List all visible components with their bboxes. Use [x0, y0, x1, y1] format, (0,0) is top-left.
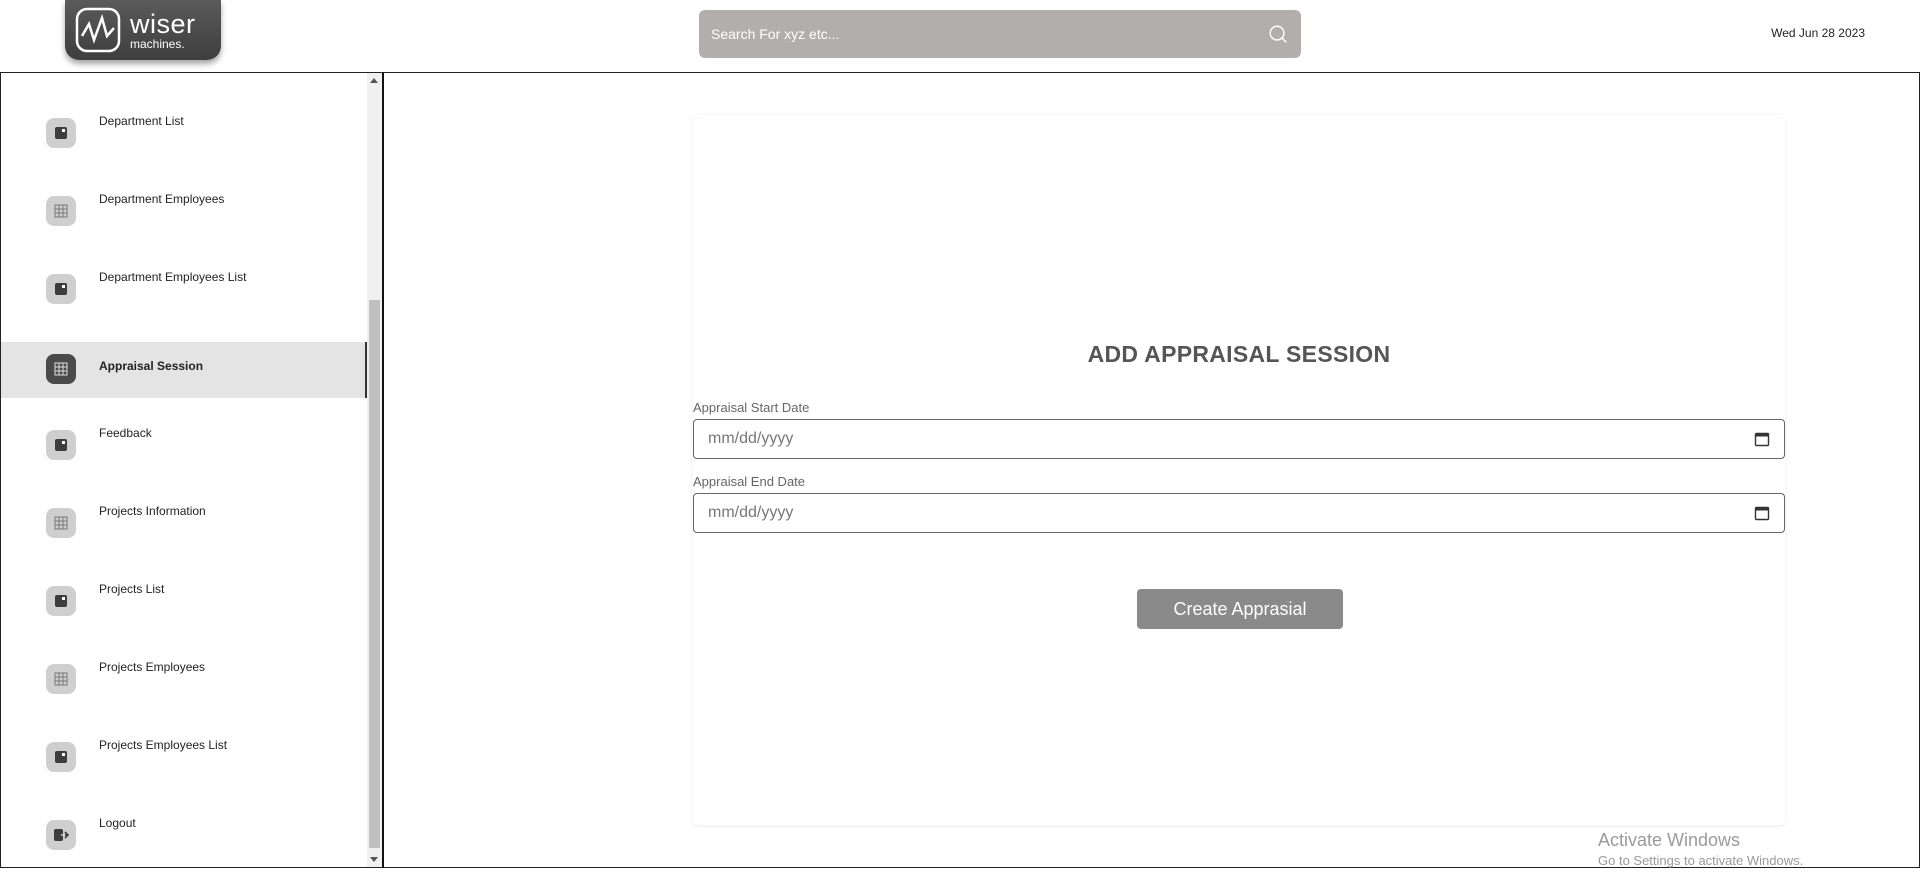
sidebar-scrollbar[interactable] [367, 73, 382, 867]
appraisal-form-card: ADD APPRAISAL SESSION Appraisal Start Da… [693, 115, 1785, 825]
create-appraisal-button[interactable]: Create Apprasial [1137, 589, 1343, 629]
sidebar-item-label: Feedback [99, 426, 152, 440]
form-title: ADD APPRAISAL SESSION [1087, 341, 1391, 367]
logout-icon [46, 820, 76, 850]
activate-windows-watermark: Activate Windows Go to Settings to activ… [1598, 830, 1803, 868]
end-date-label: Appraisal End Date [693, 474, 806, 489]
sidebar-item-label: Department List [99, 114, 184, 128]
top-header: wiser machines. Wed Jun 28 2023 [0, 0, 1920, 72]
square-icon [46, 274, 76, 304]
logo-mark-icon [75, 7, 121, 53]
sidebar-item-label: Projects Employees [99, 660, 206, 674]
scroll-thumb[interactable] [369, 300, 380, 848]
sidebar-item-label: Projects List [99, 582, 165, 596]
sidebar-item-label: Appraisal Session [99, 359, 204, 373]
sidebar-item-projects-information[interactable]: Projects Information [1, 494, 367, 550]
grid-icon [46, 354, 76, 384]
sidebar-item-projects-employees[interactable]: Projects Employees [1, 650, 367, 706]
sidebar-item-label: Projects Employees List [99, 738, 228, 752]
calendar-icon[interactable] [1754, 505, 1770, 521]
sidebar-item-department-employees[interactable]: Department Employees [1, 182, 367, 238]
square-icon [46, 742, 76, 772]
sidebar-divider [382, 72, 384, 868]
square-icon [46, 118, 76, 148]
current-date: Wed Jun 28 2023 [1771, 26, 1865, 40]
grid-icon [46, 508, 76, 538]
search-icon[interactable] [1267, 23, 1289, 45]
sidebar-item-appraisal-session[interactable]: Appraisal Session [1, 342, 367, 398]
grid-icon [46, 196, 76, 226]
sidebar-item-projects-employees-list[interactable]: Projects Employees List [1, 728, 367, 784]
grid-icon [46, 664, 76, 694]
calendar-icon[interactable] [1754, 431, 1770, 447]
sidebar-item-label: Department Employees List [99, 270, 247, 284]
search-bar [699, 10, 1301, 58]
sidebar: Department List Department Employees Dep… [1, 73, 367, 867]
sidebar-item-label: Department Employees [99, 192, 225, 206]
scroll-down-icon[interactable] [370, 857, 378, 862]
app-logo[interactable]: wiser machines. [65, 0, 221, 60]
search-input[interactable] [699, 10, 1267, 58]
watermark-subtitle: Go to Settings to activate Windows. [1598, 853, 1804, 868]
square-icon [46, 430, 76, 460]
sidebar-item-label: Logout [99, 816, 136, 830]
start-date-label: Appraisal Start Date [693, 400, 810, 415]
end-date-value: mm/dd/yyyy [708, 504, 794, 521]
scroll-up-icon[interactable] [370, 78, 378, 83]
square-icon [46, 586, 76, 616]
end-date-input[interactable]: mm/dd/yyyy [693, 493, 1785, 533]
watermark-title: Activate Windows [1598, 830, 1741, 850]
sidebar-item-feedback[interactable]: Feedback [1, 416, 367, 472]
start-date-input[interactable]: mm/dd/yyyy [693, 419, 1785, 459]
logo-subtitle: machines. [130, 36, 185, 51]
sidebar-item-department-list[interactable]: Department List [1, 104, 367, 160]
sidebar-item-label: Projects Information [99, 504, 206, 518]
start-date-value: mm/dd/yyyy [708, 430, 794, 447]
sidebar-item-projects-list[interactable]: Projects List [1, 572, 367, 628]
logo-title: wiser [130, 8, 196, 39]
sidebar-item-logout[interactable]: Logout [1, 806, 367, 862]
sidebar-item-department-employees-list[interactable]: Department Employees List [1, 260, 367, 316]
